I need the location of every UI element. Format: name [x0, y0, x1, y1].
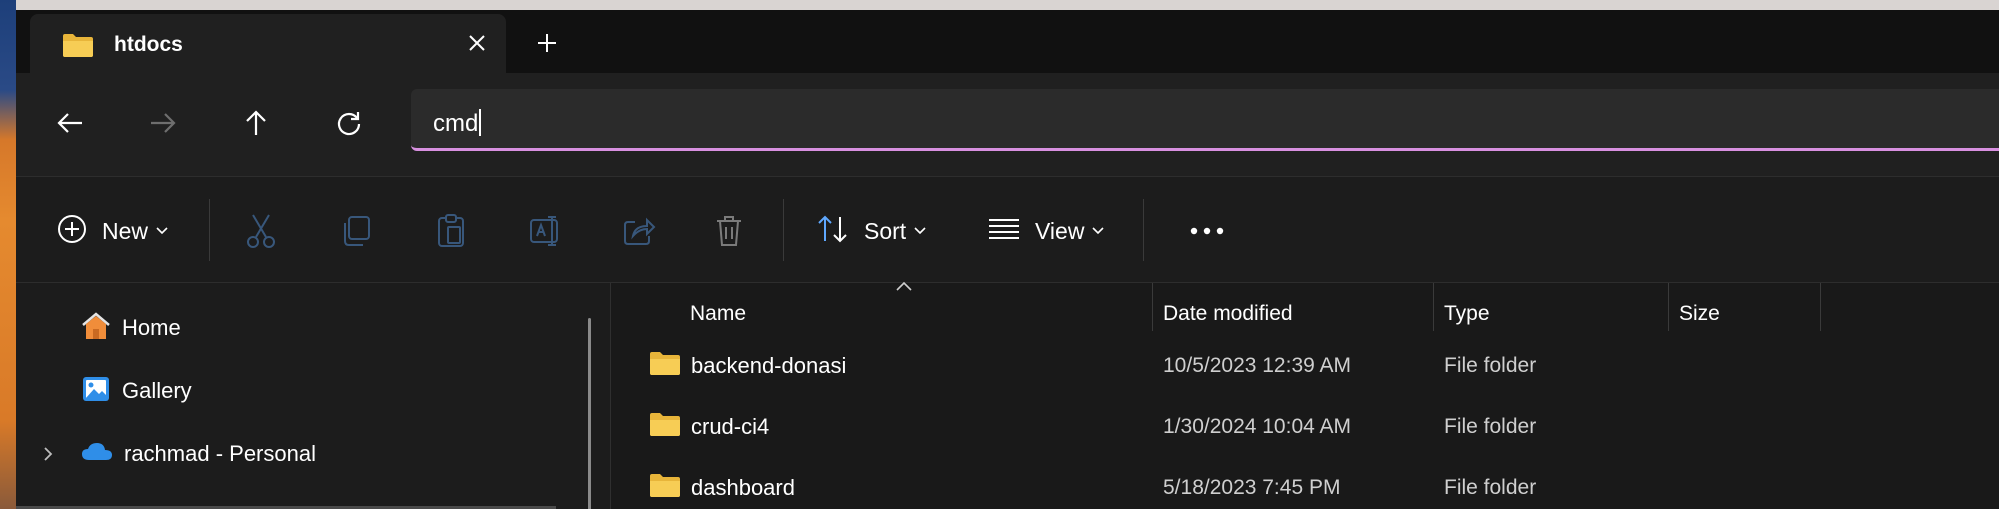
date-modified-cell: 10/5/2023 12:39 AM [1163, 354, 1351, 377]
copy-icon[interactable] [339, 209, 373, 253]
desktop-wallpaper-top [0, 0, 1999, 10]
column-header-date-modified[interactable]: Date modified [1163, 293, 1293, 335]
up-arrow-icon[interactable] [236, 103, 276, 143]
tab-strip: htdocs [16, 10, 1999, 73]
date-modified-cell: 5/18/2023 7:45 PM [1163, 476, 1341, 499]
toolbar-divider [1143, 199, 1144, 261]
column-divider[interactable] [1820, 283, 1821, 331]
column-divider[interactable] [1668, 283, 1669, 331]
column-divider[interactable] [1433, 283, 1434, 331]
close-tab-icon[interactable] [462, 28, 492, 58]
table-row[interactable]: crud-ci4 1/30/2024 10:04 AM File folder [611, 401, 1999, 453]
tab-htdocs[interactable]: htdocs [30, 14, 506, 73]
toolbar-divider [783, 199, 784, 261]
share-icon[interactable] [621, 209, 657, 253]
name-cell: crud-ci4 [649, 411, 769, 443]
name-cell: backend-donasi [649, 350, 846, 382]
type-cell: File folder [1444, 354, 1537, 377]
new-button[interactable]: New [56, 209, 168, 253]
chevron-down-icon [1092, 222, 1105, 240]
address-bar-input[interactable]: cmd [411, 89, 1999, 151]
rename-icon[interactable] [528, 209, 564, 253]
folder-icon [62, 32, 94, 63]
tab-title: htdocs [114, 33, 183, 56]
chevron-down-icon [156, 222, 168, 240]
paste-icon[interactable] [434, 209, 468, 253]
command-bar: New Sort View [16, 177, 1999, 283]
navigation-pane: Home Gallery rachmad - Personal [16, 283, 610, 509]
view-button[interactable]: View [987, 209, 1105, 253]
gallery-icon [80, 374, 112, 409]
sort-ascending-caret-icon [895, 279, 913, 297]
plus-circle-icon [56, 213, 88, 250]
cut-icon[interactable] [244, 209, 278, 253]
nav-item-label: Home [122, 315, 181, 340]
chevron-down-icon [914, 222, 926, 240]
folder-icon [649, 350, 681, 382]
nav-item-onedrive-personal[interactable]: rachmad - Personal [80, 436, 316, 472]
name-cell: dashboard [649, 472, 795, 504]
folder-icon [649, 472, 681, 504]
nav-item-label: Gallery [122, 378, 192, 403]
home-icon [80, 311, 112, 346]
desktop-wallpaper-left [0, 0, 16, 509]
view-list-icon [987, 216, 1021, 247]
forward-arrow-icon[interactable] [143, 103, 183, 143]
file-name: backend-donasi [691, 353, 847, 378]
date-modified-cell: 1/30/2024 10:04 AM [1163, 415, 1351, 438]
type-cell: File folder [1444, 415, 1537, 438]
file-name: crud-ci4 [691, 414, 770, 439]
back-arrow-icon[interactable] [50, 103, 90, 143]
refresh-icon[interactable] [329, 103, 369, 143]
file-explorer-window: htdocs cmd New Sort View Home Gallery ra… [16, 10, 1999, 509]
sort-arrows-icon [816, 214, 850, 249]
table-row[interactable]: dashboard 5/18/2023 7:45 PM File folder [611, 462, 1999, 509]
onedrive-cloud-icon [80, 440, 114, 469]
view-label: View [1035, 217, 1085, 244]
address-value: cmd [433, 110, 479, 137]
column-header-type[interactable]: Type [1444, 293, 1490, 335]
file-list: Name Date modified Type Size backend-don… [610, 281, 1999, 509]
column-header-name[interactable]: Name [690, 293, 746, 335]
column-header-size[interactable]: Size [1679, 293, 1720, 335]
new-label: New [102, 217, 149, 244]
sort-button[interactable]: Sort [816, 209, 926, 253]
toolbar-divider [209, 199, 210, 261]
type-cell: File folder [1444, 476, 1537, 499]
column-divider[interactable] [1152, 283, 1153, 331]
new-tab-plus-icon[interactable] [532, 28, 562, 58]
table-row[interactable]: backend-donasi 10/5/2023 12:39 AM File f… [611, 340, 1999, 392]
text-caret [479, 109, 482, 136]
nav-item-gallery[interactable]: Gallery [80, 373, 192, 409]
nav-item-home[interactable]: Home [80, 310, 181, 346]
folder-icon [649, 411, 681, 443]
file-name: dashboard [691, 475, 795, 500]
delete-icon[interactable] [713, 209, 745, 253]
address-toolbar: cmd [16, 73, 1999, 177]
expand-chevron-icon[interactable] [41, 445, 55, 468]
more-options-icon[interactable] [1189, 209, 1225, 253]
nav-item-label: rachmad - Personal [124, 441, 316, 466]
nav-pane-scrollbar[interactable] [588, 318, 591, 509]
address-text: cmd [433, 109, 482, 138]
sort-label: Sort [864, 217, 907, 244]
